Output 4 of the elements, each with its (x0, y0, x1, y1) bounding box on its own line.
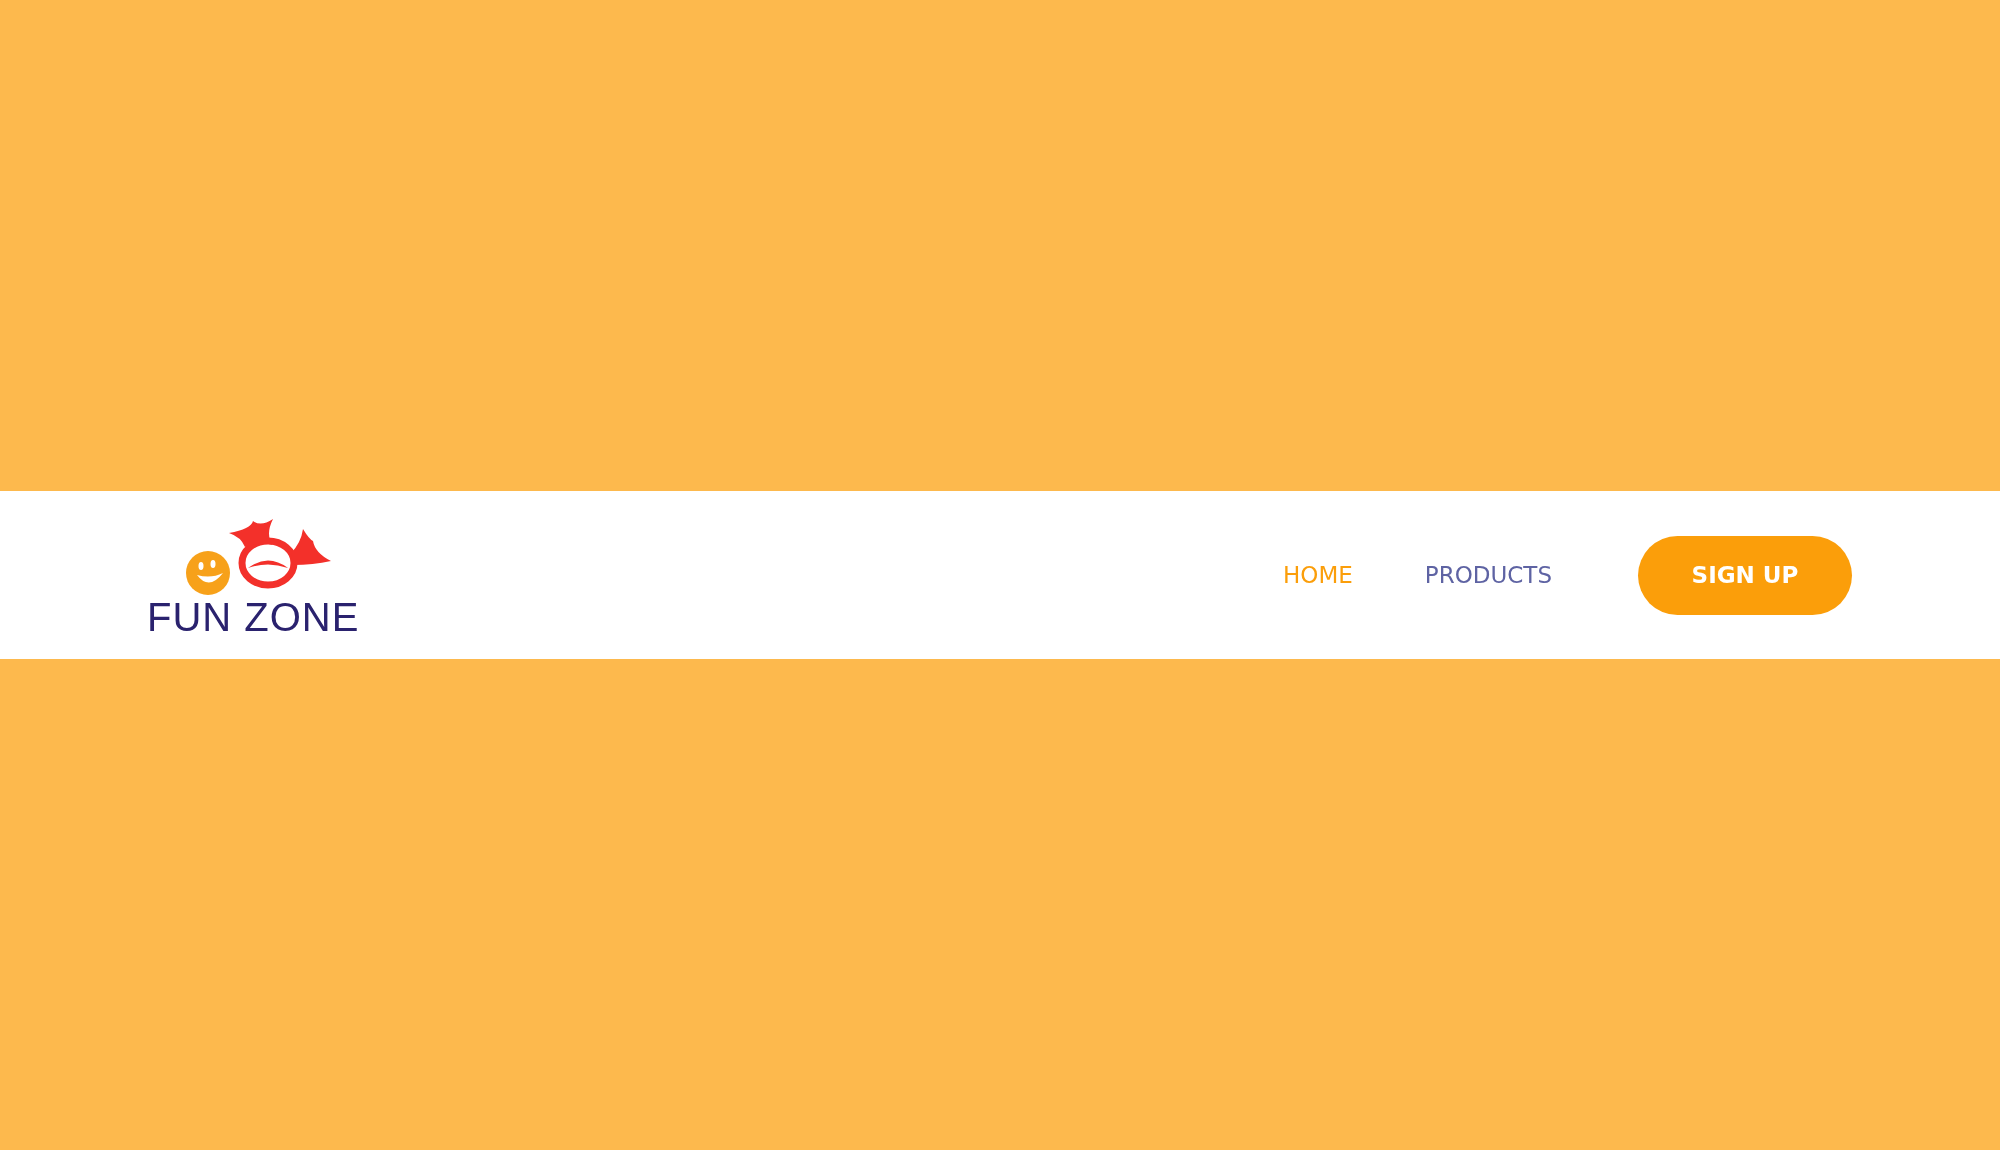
sign-up-button[interactable]: SIGN UP (1638, 535, 1852, 615)
nav-link[interactable]: HOME (1283, 557, 1353, 593)
logo-text: FUN ZONE (147, 597, 360, 637)
nav-link[interactable]: PRODUCTS (1424, 557, 1552, 593)
